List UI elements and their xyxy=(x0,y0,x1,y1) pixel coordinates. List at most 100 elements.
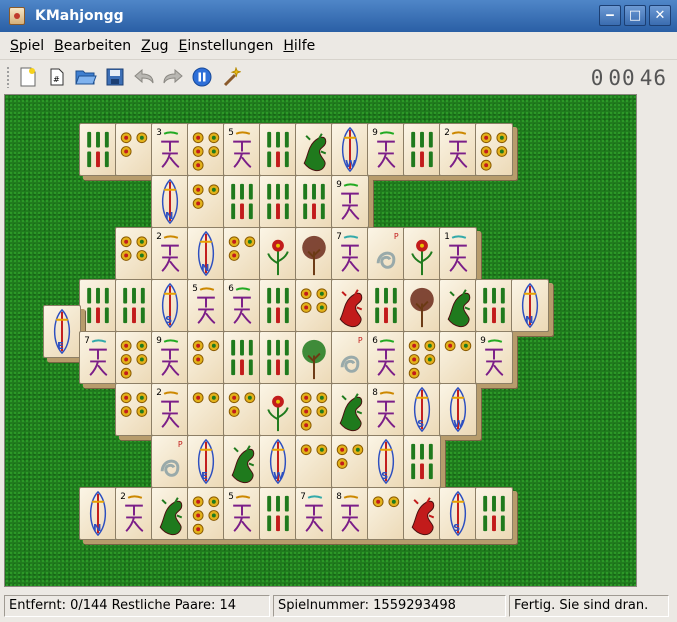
mahjong-tile-bamboo[interactable] xyxy=(475,487,513,540)
mahjong-tile-bamboo[interactable] xyxy=(223,331,261,384)
save-icon[interactable] xyxy=(103,65,127,89)
mahjong-tile-character[interactable]: 9 xyxy=(331,175,369,228)
mahjong-tile-tree[interactable] xyxy=(295,227,333,280)
mahjong-tile-season[interactable]: P xyxy=(151,435,189,488)
minimize-button[interactable]: ‒ xyxy=(599,5,621,26)
mahjong-tile-bamboo[interactable] xyxy=(79,279,117,332)
mahjong-tile-circles[interactable] xyxy=(439,331,477,384)
mahjong-tile-flower[interactable] xyxy=(403,227,441,280)
menu-hilfe[interactable]: Hilfe xyxy=(278,38,320,54)
mahjong-tile-wind[interactable]: S xyxy=(439,487,477,540)
menu-einstellungen[interactable]: Einstellungen xyxy=(173,38,278,54)
mahjong-tile-bamboo[interactable] xyxy=(259,487,297,540)
mahjong-tile-character[interactable]: 6 xyxy=(223,279,261,332)
toolbar-grip[interactable] xyxy=(6,66,10,88)
mahjong-tile-bamboo[interactable] xyxy=(475,279,513,332)
mahjong-tile-wind[interactable]: W xyxy=(259,435,297,488)
mahjong-tile-character[interactable]: 2 xyxy=(151,227,189,280)
mahjong-tile-character[interactable]: 3 xyxy=(151,123,189,176)
mahjong-tile-wind[interactable]: S xyxy=(403,383,441,436)
mahjong-tile-circles[interactable] xyxy=(331,435,369,488)
mahjong-tile-circles[interactable] xyxy=(187,123,225,176)
mahjong-tile-character[interactable]: 1 xyxy=(439,227,477,280)
mahjong-tile-bamboo[interactable] xyxy=(259,331,297,384)
mahjong-tile-character[interactable]: 2 xyxy=(115,487,153,540)
open-icon[interactable] xyxy=(74,65,98,89)
mahjong-tile-dragon[interactable] xyxy=(331,279,369,332)
mahjong-tile-character[interactable]: 9 xyxy=(151,331,189,384)
game-number-icon[interactable]: # xyxy=(45,65,69,89)
mahjong-tile-wind[interactable]: N xyxy=(79,487,117,540)
mahjong-tile-circles[interactable] xyxy=(367,487,405,540)
mahjong-tile-circles[interactable] xyxy=(475,123,513,176)
mahjong-tile-bamboo[interactable] xyxy=(223,175,261,228)
mahjong-tile-character[interactable]: 6 xyxy=(367,331,405,384)
mahjong-tile-character[interactable]: 2 xyxy=(439,123,477,176)
undo-icon[interactable] xyxy=(132,65,156,89)
mahjong-tile-flower[interactable] xyxy=(259,227,297,280)
mahjong-tile-character[interactable]: 7 xyxy=(295,487,333,540)
mahjong-tile-circles[interactable] xyxy=(295,435,333,488)
mahjong-tile-circles[interactable] xyxy=(115,227,153,280)
mahjong-tile-circles[interactable] xyxy=(223,227,261,280)
mahjong-tile-circles[interactable] xyxy=(115,331,153,384)
mahjong-tile-bamboo[interactable] xyxy=(367,279,405,332)
mahjong-tile-wind[interactable]: N xyxy=(151,175,189,228)
mahjong-tile-wind[interactable]: N xyxy=(511,279,549,332)
mahjong-tile-circles[interactable] xyxy=(187,383,225,436)
mahjong-tile-wind[interactable]: E xyxy=(43,305,81,358)
mahjong-tile-circles[interactable] xyxy=(187,175,225,228)
mahjong-tile-circles[interactable] xyxy=(403,331,441,384)
mahjong-tile-wind[interactable]: N xyxy=(187,227,225,280)
mahjong-tile-character[interactable]: 5 xyxy=(223,123,261,176)
mahjong-tile-bamboo[interactable] xyxy=(295,175,333,228)
mahjong-tile-character[interactable]: 2 xyxy=(151,383,189,436)
mahjong-tile-circles[interactable] xyxy=(115,123,153,176)
mahjong-tile-bamboo[interactable] xyxy=(115,279,153,332)
mahjong-tile-circles[interactable] xyxy=(187,487,225,540)
mahjong-tile-dragon[interactable] xyxy=(331,383,369,436)
mahjong-tile-character[interactable]: 5 xyxy=(187,279,225,332)
mahjong-tile-bamboo[interactable] xyxy=(259,279,297,332)
mahjong-tile-bamboo[interactable] xyxy=(403,123,441,176)
mahjong-tile-character[interactable]: 7 xyxy=(79,331,117,384)
mahjong-tile-circles[interactable] xyxy=(223,383,261,436)
mahjong-tile-circles[interactable] xyxy=(295,383,333,436)
mahjongg-board[interactable]: 35W92N92N7P1S56NE79P6928SWPEWSN2578S xyxy=(4,94,637,587)
mahjong-tile-character[interactable]: 7 xyxy=(331,227,369,280)
mahjong-tile-wind[interactable]: W xyxy=(331,123,369,176)
mahjong-tile-circles[interactable] xyxy=(295,279,333,332)
mahjong-tile-bamboo[interactable] xyxy=(259,175,297,228)
mahjong-tile-dragon[interactable] xyxy=(403,487,441,540)
redo-icon[interactable] xyxy=(161,65,185,89)
mahjong-tile-character[interactable]: 9 xyxy=(475,331,513,384)
mahjong-tile-dragon[interactable] xyxy=(439,279,477,332)
close-button[interactable]: ✕ xyxy=(649,5,671,26)
mahjong-tile-season[interactable]: P xyxy=(331,331,369,384)
mahjong-tile-wind[interactable]: S xyxy=(367,435,405,488)
menu-bearbeiten[interactable]: Bearbeiten xyxy=(49,38,136,54)
mahjong-tile-dragon-red-flower[interactable] xyxy=(295,123,333,176)
mahjong-tile-bamboo[interactable] xyxy=(79,123,117,176)
mahjong-tile-bamboo[interactable] xyxy=(403,435,441,488)
mahjong-tile-character[interactable]: 8 xyxy=(331,487,369,540)
hint-wand-icon[interactable] xyxy=(219,65,243,89)
menu-spiel[interactable]: Spiel xyxy=(5,38,49,54)
mahjong-tile-character[interactable]: 8 xyxy=(367,383,405,436)
mahjong-tile-wind[interactable]: W xyxy=(439,383,477,436)
maximize-button[interactable]: □ xyxy=(624,5,646,26)
mahjong-tile-character[interactable]: 9 xyxy=(367,123,405,176)
mahjong-tile-tree[interactable] xyxy=(295,331,333,384)
mahjong-tile-season[interactable]: P xyxy=(367,227,405,280)
mahjong-tile-wind[interactable]: S xyxy=(151,279,189,332)
mahjong-tile-dragon[interactable] xyxy=(223,435,261,488)
mahjong-tile-bamboo[interactable] xyxy=(259,123,297,176)
mahjong-tile-wind[interactable]: E xyxy=(187,435,225,488)
mahjong-tile-flower[interactable] xyxy=(259,383,297,436)
menu-zug[interactable]: Zug xyxy=(136,38,173,54)
mahjong-tile-circles[interactable] xyxy=(187,331,225,384)
mahjong-tile-circles[interactable] xyxy=(115,383,153,436)
new-game-icon[interactable] xyxy=(16,65,40,89)
mahjong-tile-tree[interactable] xyxy=(403,279,441,332)
mahjong-tile-dragon[interactable] xyxy=(151,487,189,540)
